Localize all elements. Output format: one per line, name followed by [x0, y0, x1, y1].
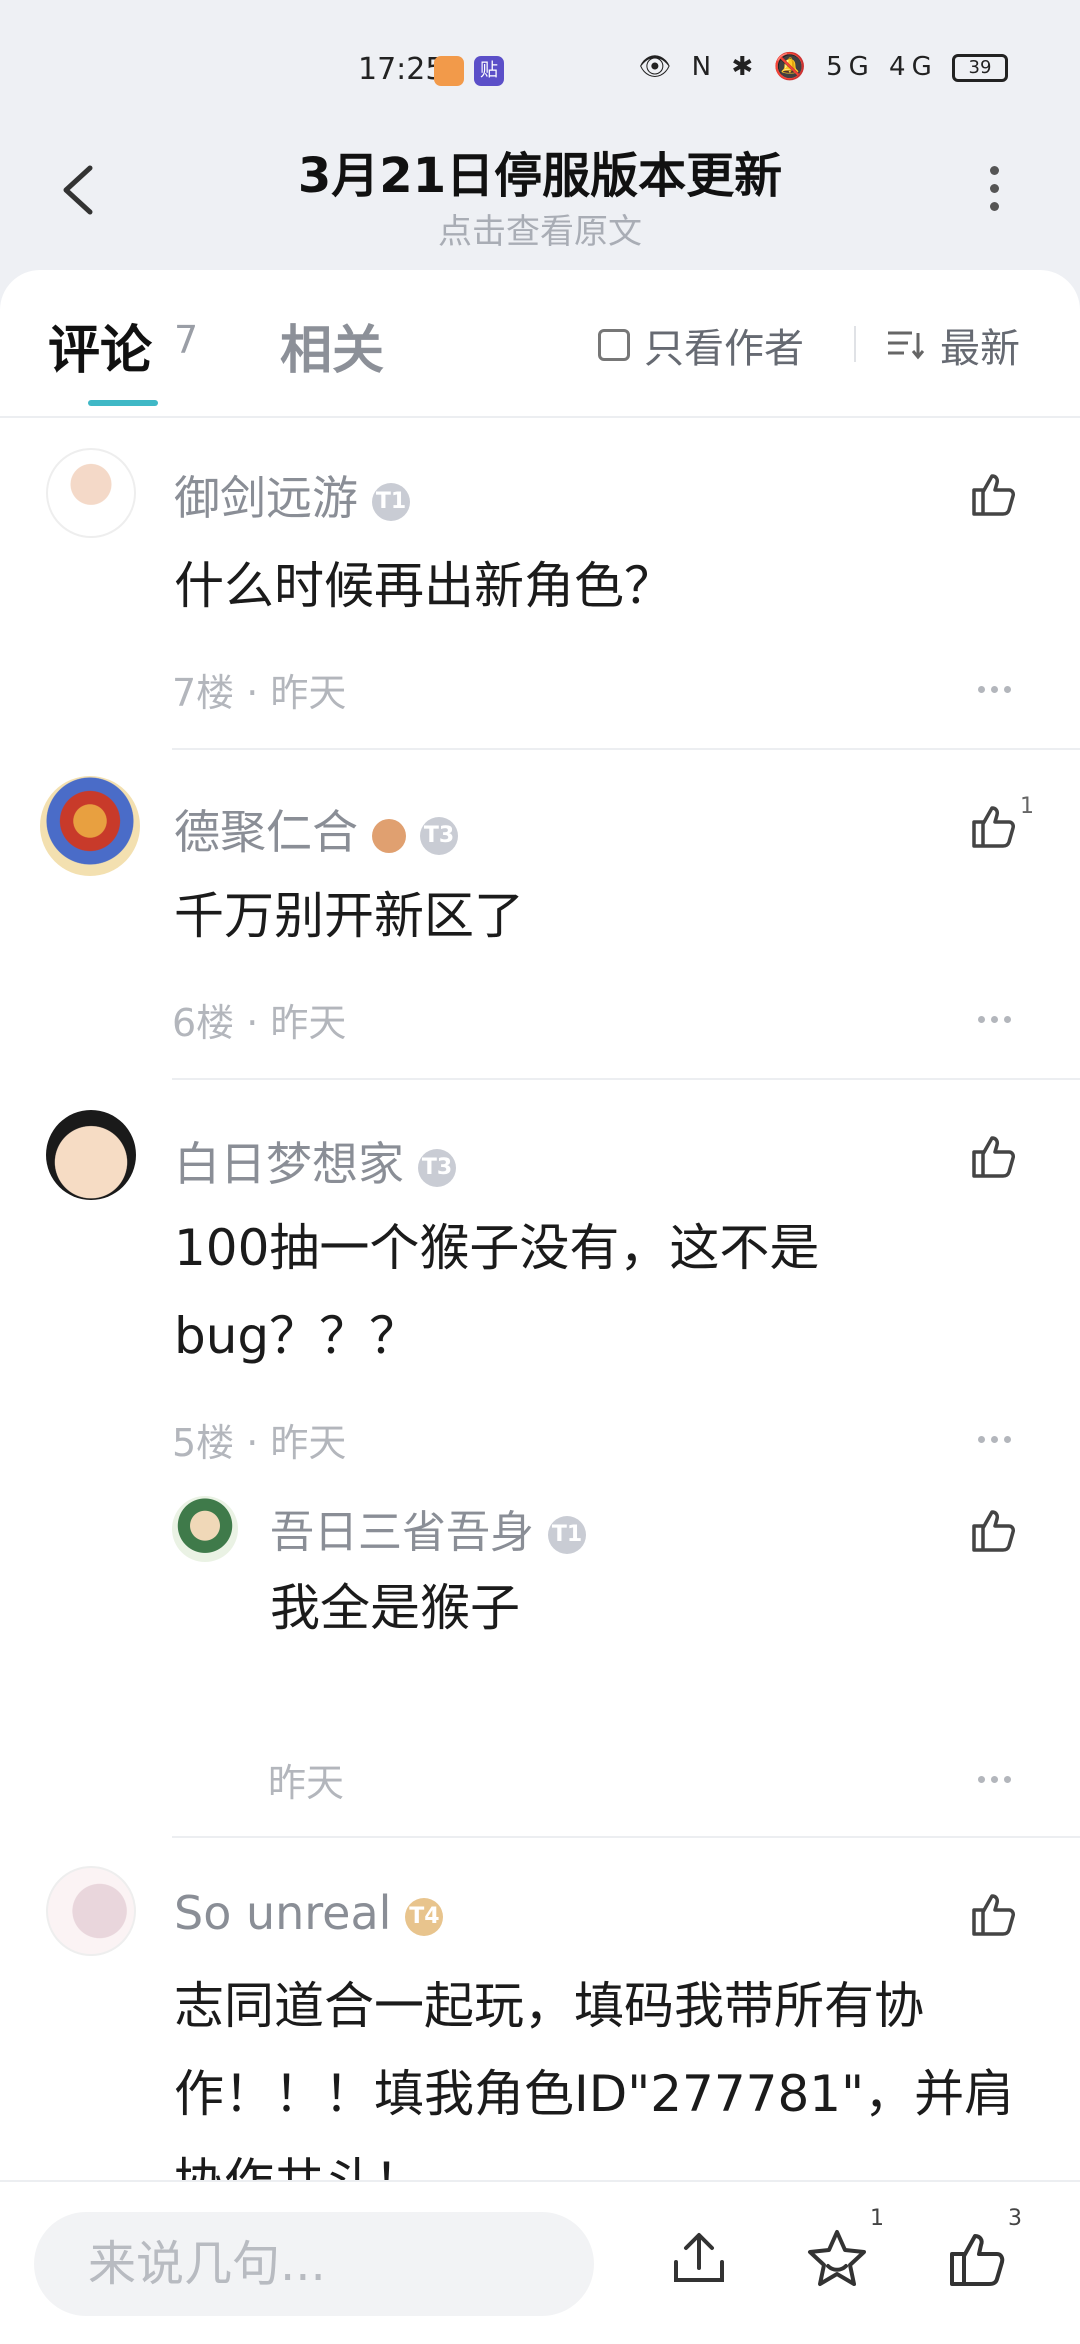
more-icon[interactable] — [978, 1428, 1018, 1443]
author-only-filter[interactable]: 只看作者 — [598, 316, 804, 374]
like-count: 3 — [1008, 2206, 1022, 2231]
bottom-bar: 来说几句... 1 3 — [0, 2180, 1080, 2344]
more-options-icon[interactable] — [984, 166, 1004, 216]
comment-input[interactable]: 来说几句... — [34, 2212, 594, 2316]
level-badge: T3 — [418, 1148, 456, 1187]
page-title: 3月21日停服版本更新 — [297, 148, 783, 204]
status-indicators: 👁 N ✱ 🔕 5G 4G 39 — [638, 52, 1008, 82]
status-icons: 👁 N ✱ 🔕 5G 4G — [638, 52, 938, 82]
battery-icon: 39 — [952, 53, 1008, 82]
comment-text: 100抽一个猴子没有，这不是bug？？？ — [174, 1219, 820, 1365]
like-icon[interactable] — [968, 800, 1020, 852]
username[interactable]: 德聚仁合 T3 — [174, 796, 458, 862]
author-only-checkbox[interactable] — [598, 329, 630, 361]
comment-text: 志同道合一起玩，填码我带所有协作！！！填我角色ID"277781"，并肩协作共斗… — [174, 1977, 1015, 2180]
like-icon[interactable] — [968, 468, 1020, 520]
like-icon[interactable] — [968, 1130, 1020, 1182]
avatar[interactable] — [40, 776, 140, 876]
avatar[interactable] — [46, 448, 136, 538]
active-tab-indicator — [88, 400, 158, 406]
level-badge: T1 — [548, 1516, 586, 1554]
comments-count: 7 — [174, 318, 199, 362]
sort-label: 最新 — [940, 326, 1020, 372]
username-text: So unreal — [174, 1886, 392, 1940]
more-icon[interactable] — [978, 1768, 1018, 1783]
avatar[interactable] — [46, 1866, 136, 1956]
comment-text: 千万别开新区了 — [174, 887, 524, 945]
username[interactable]: 御剑远游 T1 — [174, 462, 410, 528]
comment-meta: 7楼 · 昨天 — [172, 671, 347, 715]
comment-meta: 5楼 · 昨天 — [172, 1421, 347, 1465]
reply-username[interactable]: 吾日三省吾身 T1 — [270, 1496, 586, 1560]
level-badge: T3 — [420, 816, 458, 855]
username-text: 白日梦想家 — [174, 1137, 404, 1191]
divider — [172, 1836, 1080, 1838]
status-time: 17:25 — [358, 52, 445, 87]
reply-like-icon[interactable] — [968, 1504, 1020, 1556]
tieba-app-icon: 贴 — [474, 56, 504, 86]
username-text: 御剑远游 — [174, 471, 358, 525]
view-original-link[interactable]: 点击查看原文 — [0, 204, 1080, 253]
divider — [172, 748, 1080, 750]
more-icon[interactable] — [978, 678, 1018, 693]
divider — [854, 326, 856, 362]
more-icon[interactable] — [978, 1008, 1018, 1023]
favorite-count: 1 — [870, 2206, 884, 2231]
reply-meta: 昨天 — [268, 1761, 345, 1805]
sort-icon — [888, 331, 925, 360]
tab-related[interactable]: 相关 — [280, 308, 384, 383]
like-icon[interactable] — [944, 2226, 1010, 2292]
like-count: 1 — [1020, 794, 1034, 819]
decoration-badge — [372, 818, 406, 853]
divider — [172, 1078, 1080, 1080]
share-icon[interactable] — [666, 2226, 732, 2292]
reply-avatar[interactable] — [172, 1496, 238, 1562]
sort-button[interactable]: 最新 — [886, 316, 1020, 374]
reply-username-text: 吾日三省吾身 — [270, 1507, 534, 1558]
username[interactable]: 白日梦想家 T3 — [174, 1128, 456, 1194]
tab-bar: 评论 7 相关 只看作者 最新 — [0, 270, 1080, 418]
author-only-label: 只看作者 — [644, 326, 804, 372]
favorite-star-icon[interactable] — [804, 2226, 870, 2292]
level-badge: T4 — [405, 1897, 444, 1936]
like-icon[interactable] — [968, 1888, 1020, 1940]
username[interactable]: So unreal T4 — [174, 1886, 444, 1940]
level-badge: T1 — [372, 482, 410, 521]
comment-meta: 6楼 · 昨天 — [172, 1001, 347, 1045]
notification-app-icon — [434, 56, 464, 86]
username-text: 德聚仁合 — [174, 805, 358, 859]
avatar[interactable] — [46, 1110, 136, 1200]
comment-text: 什么时候再出新角色？ — [174, 557, 674, 615]
status-bar: 17:25 贴 👁 N ✱ 🔕 5G 4G 39 — [0, 0, 1080, 130]
reply-text: 我全是猴子 — [270, 1579, 520, 1637]
tab-comments[interactable]: 评论 — [48, 308, 152, 383]
